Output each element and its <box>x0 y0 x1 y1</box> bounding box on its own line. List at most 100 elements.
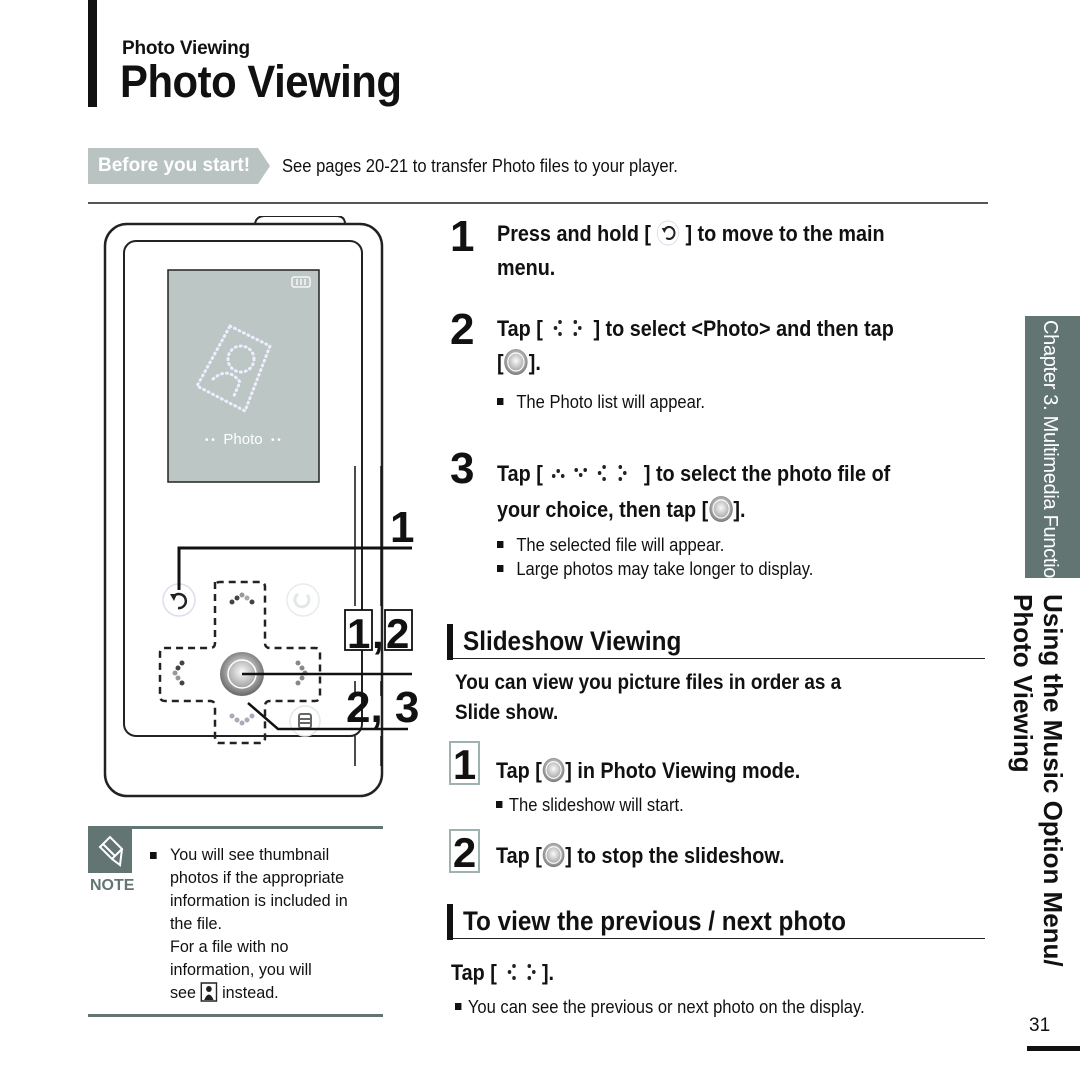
badge-arrow <box>258 148 271 184</box>
note-line: information, you will <box>169 960 312 979</box>
substep-text: Tap [ ] in Photo Viewing mode. <box>496 758 800 785</box>
note-line-part: see <box>169 983 197 1002</box>
step-number: 2 <box>450 305 475 354</box>
before-you-start: Before you start! See pages 20-21 to tra… <box>88 148 712 184</box>
instruction-part: Tap [ <box>451 960 497 985</box>
screen-label: Photo <box>223 431 262 448</box>
bullet-item: The selected file will appear. <box>497 535 724 556</box>
step-text-part: ] to move to the main <box>685 221 885 246</box>
dots-right: • • <box>271 435 281 446</box>
section-bar <box>447 904 453 940</box>
instruction-part: ]. <box>541 960 555 985</box>
callout-1-boxed: 1 <box>347 610 370 657</box>
step-text: Press and hold [ ] to move to the main m… <box>497 217 885 285</box>
bullet-item: The Photo list will appear. <box>497 392 705 413</box>
page-title: Photo Viewing <box>120 56 402 107</box>
note-line-part: instead. <box>222 983 279 1002</box>
note-rule-top <box>88 826 383 829</box>
callout-comma: , <box>372 610 384 657</box>
section-side-label: Using the Music Option Menu/ Photo Viewi… <box>1008 594 1068 967</box>
note-icon <box>88 829 132 873</box>
step-text: Tap [ ] to select <Photo> and then tap [… <box>497 312 894 380</box>
page-number: 31 <box>1029 1015 1051 1036</box>
step-number: 1 <box>450 212 475 261</box>
section-title: To view the previous / next photo <box>463 906 846 936</box>
bullet-item: You can see the previous or next photo o… <box>455 997 865 1018</box>
note-line: information is included in <box>169 891 348 910</box>
section-title: Slideshow Viewing <box>463 626 682 656</box>
dots-left: • • <box>205 435 215 446</box>
device-illustration: Photo • • • • 1 1 , 2 2, 3 <box>103 216 419 798</box>
bullet-item: Large photos may take longer to display. <box>497 559 813 580</box>
step-text-part: Tap [ <box>497 461 543 486</box>
callout-1: 1 <box>390 503 414 552</box>
step-text-part: Press and hold [ <box>497 221 652 246</box>
section-bar <box>447 624 453 660</box>
step-text-part: ]. <box>733 497 746 522</box>
before-you-start-badge: Before you start! <box>88 148 259 184</box>
bullet-text: The selected file will appear. <box>516 535 725 555</box>
bullet-text: You can see the previous or next photo o… <box>467 997 865 1017</box>
power-button[interactable] <box>286 583 320 617</box>
substep-part: ] to stop the slideshow. <box>565 843 785 868</box>
select-icon <box>542 843 565 868</box>
step-text-part: your choice, then tap [ <box>497 497 709 522</box>
bullet-text: The slideshow will start. <box>508 795 684 815</box>
note-body: You will see thumbnail photos if the app… <box>150 843 369 1004</box>
step-text-part: ]. <box>528 350 541 375</box>
header-bar <box>88 0 97 107</box>
intro-line: You can view you picture files in order … <box>455 671 842 694</box>
menu-button[interactable] <box>289 705 321 737</box>
device-screen: Photo • • • • <box>167 269 320 483</box>
note-line: For a file with no <box>169 937 289 956</box>
prev-next-instruction: Tap [ ]. <box>451 960 554 986</box>
substep-number: 2 <box>449 829 480 875</box>
left-button[interactable] <box>172 660 185 686</box>
substep-number: 1 <box>449 741 480 787</box>
note-line: photos if the appropriate <box>169 868 345 887</box>
callout-2-3: 2, 3 <box>346 683 419 732</box>
step-text-part: [ <box>497 350 504 375</box>
no-thumbnail-icon <box>200 981 218 1002</box>
bullet-square <box>150 852 157 859</box>
slideshow-intro: You can view you picture files in order … <box>455 668 841 728</box>
step-text-part: ] to select the photo file of <box>643 461 891 486</box>
note-line: see instead. <box>170 981 369 1004</box>
page-number-rule <box>1027 1046 1080 1051</box>
step-text-part: ] to select <Photo> and then tap <box>593 316 894 341</box>
down-button[interactable] <box>229 713 255 726</box>
side-line: Photo Viewing <box>1008 594 1038 773</box>
step-text-part: Tap [ <box>497 316 543 341</box>
substep-part: Tap [ <box>496 758 542 783</box>
select-icon <box>504 349 528 376</box>
step-text-part: menu. <box>497 255 556 280</box>
pencil-icon <box>98 835 124 867</box>
select-icon <box>709 496 733 523</box>
select-icon <box>542 758 565 783</box>
substep-text: Tap [ ] to stop the slideshow. <box>496 843 785 870</box>
up-button[interactable] <box>229 592 255 605</box>
substep-part: ] in Photo Viewing mode. <box>565 758 801 783</box>
chapter-label: Chapter 3. Multimedia Function <box>1039 320 1061 589</box>
intro-line: Slide show. <box>455 701 559 724</box>
step-text: Tap [ ] to select the photo file of your… <box>497 456 890 528</box>
section-heading-slideshow: Slideshow Viewing <box>447 624 985 660</box>
side-line: Using the Music Option Menu/ <box>1038 594 1068 967</box>
chapter-tab[interactable]: Chapter 3. Multimedia Function <box>1025 316 1080 589</box>
left-right-icon <box>553 320 582 337</box>
note-line: You will see thumbnail <box>169 845 330 864</box>
note-label: NOTE <box>90 877 135 894</box>
bullet-text: The Photo list will appear. <box>516 392 706 412</box>
note-line: the file. <box>169 914 223 933</box>
step-number: 3 <box>450 444 475 493</box>
back-icon <box>657 220 680 246</box>
section-heading-prev-next: To view the previous / next photo <box>447 904 985 940</box>
substep-part: Tap [ <box>496 843 542 868</box>
left-right-icon <box>507 964 536 981</box>
before-you-start-text: See pages 20-21 to transfer Photo files … <box>282 155 678 176</box>
bullet-text: Large photos may take longer to display. <box>516 559 814 579</box>
callout-2-boxed: 2 <box>386 610 409 657</box>
bullet-item: The slideshow will start. <box>496 795 684 816</box>
note-rule-bottom <box>88 1014 383 1017</box>
arrows-icon <box>551 465 627 482</box>
